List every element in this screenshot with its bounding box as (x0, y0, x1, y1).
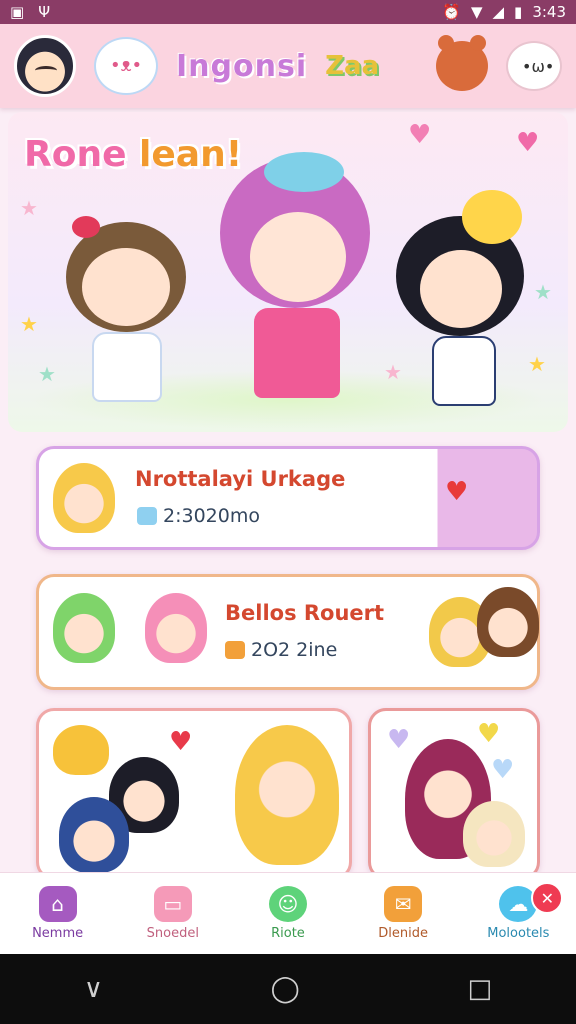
card-title: Nrottalayi Urkage (135, 467, 346, 491)
recents-button[interactable]: □ (468, 974, 493, 1004)
home-button[interactable]: ◯ (271, 974, 300, 1004)
usb-icon: Ψ (38, 3, 50, 21)
hero-title-part1: Rone (24, 134, 140, 175)
signal-icon: ◢ (492, 3, 505, 21)
back-button[interactable]: ∨ (84, 974, 103, 1004)
bunny-mascot-icon (94, 37, 158, 95)
nav-molootels[interactable]: ☁ Molootels ✕ (463, 882, 573, 941)
character-pink-hair (214, 152, 374, 408)
home-icon: ⌂ (38, 886, 77, 922)
app-logo-text: Zaa (325, 51, 380, 81)
app-header: Ingonsi Zaa •ω• (0, 24, 576, 108)
screenshot-icon: ▣ (10, 3, 25, 21)
bottom-nav: ⌂ Nemme ▭ Snoedel ☺ Riote ✉ Dlenide ☁ Mo… (0, 872, 576, 954)
alarm-icon: ⏰ (442, 3, 461, 21)
card-subtitle-text: 2:3020mo (163, 505, 260, 527)
card-thumbnail (463, 801, 525, 867)
nav-home[interactable]: ⌂ Nemme (3, 886, 113, 941)
star-icon: ★ (534, 280, 552, 304)
heart-icon: ♥ (169, 727, 193, 757)
star-icon: ★ (20, 312, 38, 336)
card-thumbnail (235, 725, 339, 865)
system-nav-bar: ∨ ◯ □ (0, 954, 576, 1024)
profile-avatar[interactable] (14, 35, 76, 97)
nav-riote[interactable]: ☺ Riote (233, 886, 343, 941)
character-card-group[interactable]: ♥ (36, 708, 352, 880)
heart-icon: ♥ (491, 755, 515, 785)
wifi-icon: ▼ (470, 3, 483, 21)
card-subtitle: 2O2 2ine (225, 639, 337, 661)
cat-icon[interactable]: •ω• (506, 41, 562, 91)
card-subtitle-text: 2O2 2ine (251, 639, 338, 661)
heart-icon: ♥ (477, 719, 501, 749)
heart-icon: ♥ (387, 725, 411, 755)
story-card-1[interactable]: Nrottalayi Urkage 2:3020mo ♥ (36, 446, 540, 550)
card-thumbnail (145, 593, 207, 663)
hero-banner[interactable]: Rone lean! ♥ ♥ ★ ★ ★ ★ ★ ★ (8, 112, 568, 432)
cat-icon (53, 725, 109, 775)
heart-icon[interactable]: ♥ (445, 477, 468, 507)
notification-badge[interactable]: ✕ (531, 882, 564, 914)
heart-icon: ♥ (408, 120, 432, 150)
gift-icon: ✉ (384, 886, 423, 922)
nav-label: Riote (271, 926, 305, 941)
status-time: 3:43 (532, 3, 566, 21)
hero-title: Rone lean! (24, 134, 242, 175)
nav-label: Nemme (32, 926, 84, 941)
character-card-single[interactable]: ♥ ♥ ♥ (368, 708, 540, 880)
star-icon: ★ (38, 362, 56, 386)
star-icon: ★ (20, 196, 38, 220)
character-cat-girl (56, 216, 196, 412)
nav-dlenide[interactable]: ✉ Dlenide (348, 886, 458, 941)
status-bar: ▣ Ψ ⏰ ▼ ◢ ▮ 3:43 (0, 0, 576, 24)
heart-icon: ♥ (516, 128, 540, 158)
flower-icon (225, 641, 245, 659)
star-icon: ★ (528, 352, 546, 376)
battery-icon: ▮ (514, 3, 523, 21)
card-subtitle: 2:3020mo (137, 505, 260, 527)
card-thumbnail (53, 463, 115, 533)
card-title: Bellos Rouert (225, 601, 385, 625)
chat-bubble-icon: ☺ (268, 886, 307, 922)
story-card-2[interactable]: Bellos Rouert 2O2 2ine (36, 574, 540, 690)
nav-snoedel[interactable]: ▭ Snoedel (118, 886, 228, 941)
hero-title-part2: lean! (139, 134, 243, 175)
calendar-icon (137, 507, 157, 525)
card-thumbnail (477, 587, 539, 657)
card-thumbnail (53, 593, 115, 663)
character-black-hair (392, 190, 532, 412)
bear-icon[interactable] (436, 35, 488, 91)
card-icon: ▭ (153, 886, 192, 922)
nav-label: Dlenide (378, 926, 429, 941)
card-thumbnail (59, 797, 129, 873)
app-title: Ingonsi (176, 48, 308, 84)
nav-label: Molootels (487, 926, 550, 941)
nav-label: Snoedel (146, 926, 199, 941)
